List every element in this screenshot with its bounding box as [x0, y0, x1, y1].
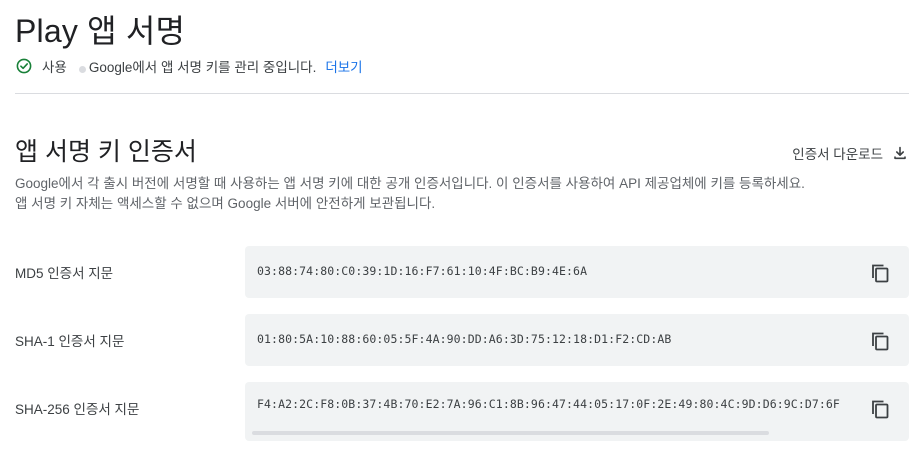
learn-more-link[interactable]: 더보기	[325, 56, 362, 76]
sha256-fingerprint-box: F4:A2:2C:F8:0B:37:4B:70:E2:7A:96:C1:8B:9…	[245, 382, 909, 441]
download-certificate-button[interactable]: 인증서 다운로드	[792, 142, 908, 164]
copy-icon	[872, 332, 889, 351]
md5-fingerprint-box: 03:88:74:80:C0:39:1D:16:F7:61:10:4F:BC:B…	[245, 246, 909, 298]
sha1-fingerprint-label: SHA-1 인증서 지문	[15, 334, 125, 349]
section-description: Google에서 각 출시 버전에 서명할 때 사용하는 앱 서명 키에 대한 …	[15, 174, 915, 214]
page-title: Play 앱 서명	[15, 13, 186, 49]
md5-fingerprint-label: MD5 인증서 지문	[15, 266, 114, 281]
copy-sha1-button[interactable]	[869, 330, 891, 352]
description-line-2: 앱 서명 키 자체는 액세스할 수 없으며 Google 서버에 안전하게 보관…	[15, 196, 436, 211]
description-line-1: Google에서 각 출시 버전에 서명할 때 사용하는 앱 서명 키에 대한 …	[15, 176, 805, 191]
separator-dot	[78, 65, 86, 73]
divider	[15, 93, 909, 94]
copy-sha256-button[interactable]	[869, 398, 891, 420]
app-signing-status: 사용 Google에서 앱 서명 키를 관리 중입니다. 더보기	[16, 56, 363, 76]
status-text: Google에서 앱 서명 키를 관리 중입니다.	[88, 60, 317, 75]
sha1-fingerprint-box: 01:80:5A:10:88:60:05:5F:4A:90:DD:A6:3D:7…	[245, 314, 909, 366]
copy-icon	[872, 400, 889, 419]
sha256-fingerprint-label: SHA-256 인증서 지문	[15, 402, 140, 417]
horizontal-scrollbar[interactable]	[252, 431, 769, 435]
copy-md5-button[interactable]	[869, 262, 891, 284]
section-title: 앱 서명 키 인증서	[15, 138, 197, 166]
md5-fingerprint-value[interactable]: 03:88:74:80:C0:39:1D:16:F7:61:10:4F:BC:B…	[257, 264, 587, 278]
download-certificate-label: 인증서 다운로드	[792, 147, 883, 162]
sha256-fingerprint-value[interactable]: F4:A2:2C:F8:0B:37:4B:70:E2:7A:96:C1:8B:9…	[257, 397, 840, 411]
check-circle-icon	[16, 58, 32, 74]
copy-icon	[872, 264, 889, 283]
sha1-fingerprint-value[interactable]: 01:80:5A:10:88:60:05:5F:4A:90:DD:A6:3D:7…	[257, 332, 671, 346]
status-label: 사용	[42, 60, 67, 75]
download-icon	[894, 146, 906, 160]
